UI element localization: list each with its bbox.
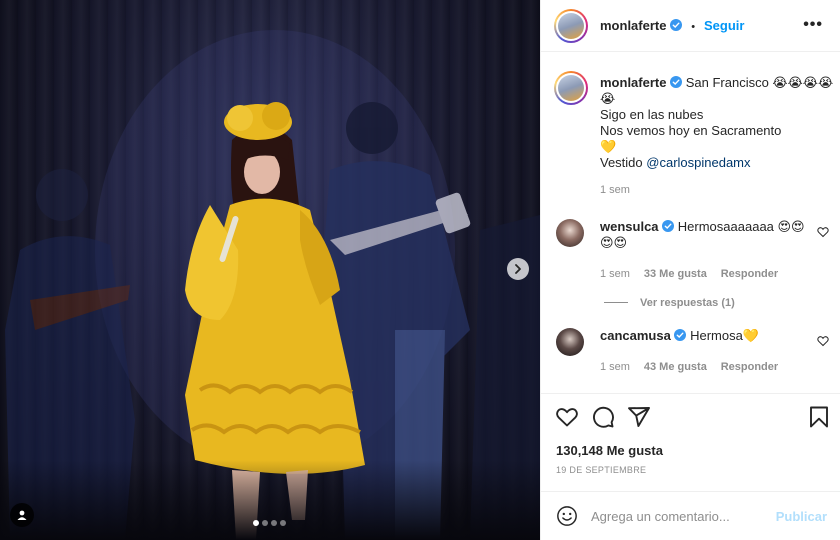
likes-count[interactable]: 130,148 Me gusta — [556, 443, 663, 458]
caption-line-4: Nos vemos hoy en Sacramento — [600, 123, 782, 138]
post-date[interactable]: 19 de septiembre — [556, 465, 646, 475]
comment-text: Hermosaaaaaaa 😍😍 — [677, 219, 805, 234]
caption-text: San Francisco 😭😭😭😭 — [685, 75, 834, 90]
caption-line-5: 💛 — [600, 139, 617, 154]
comment-row: wensulca Hermosaaaaaaa 😍😍 — [600, 219, 805, 235]
avatar[interactable] — [556, 328, 584, 356]
post-comment-button[interactable]: Publicar — [776, 509, 827, 524]
emoji-smiley-icon[interactable] — [556, 505, 578, 527]
caption-line-3: Sigo en las nubes — [600, 107, 704, 122]
avatar — [558, 75, 584, 101]
caption-line-1: monlaferte San Francisco 😭😭😭😭 — [600, 75, 833, 91]
comment-bubble-icon[interactable] — [591, 405, 615, 429]
verified-badge-icon — [670, 19, 683, 31]
caption-avatar[interactable] — [554, 71, 588, 105]
mention-link[interactable]: @carlospinedamx — [646, 155, 750, 170]
comment-username[interactable]: wensulca — [600, 219, 659, 234]
author-username[interactable]: monlaferte — [600, 18, 666, 33]
avatar[interactable] — [556, 219, 584, 247]
comment-username[interactable]: cancamusa — [600, 328, 671, 343]
comment-likes[interactable]: 33 Me gusta — [644, 268, 707, 280]
comment-input[interactable] — [591, 506, 771, 526]
like-heart-icon[interactable] — [555, 405, 579, 429]
verified-badge-icon — [674, 329, 687, 341]
follow-button[interactable]: Seguir — [704, 18, 744, 33]
reply-button[interactable]: Responder — [721, 268, 778, 280]
carousel-next-button[interactable] — [507, 258, 529, 280]
avatar — [558, 13, 584, 39]
view-replies-button[interactable]: Ver respuestas (1) — [604, 293, 735, 309]
comment-meta: 1 sem 43 Me gusta Responder — [600, 357, 778, 373]
carousel-dot — [280, 520, 286, 526]
header-separator: • — [691, 21, 696, 33]
caption-time[interactable]: 1 sem — [600, 184, 630, 196]
comment-text-continued: 😍😍 — [600, 235, 628, 250]
verified-badge-icon — [662, 220, 675, 232]
comment-likes[interactable]: 43 Me gusta — [644, 361, 707, 373]
comment-row: cancamusa Hermosa💛 — [600, 328, 759, 344]
carousel-dot — [262, 520, 268, 526]
comment-time[interactable]: 1 sem — [600, 268, 630, 280]
comment-text: Hermosa💛 — [690, 328, 760, 343]
caption-line-6: Vestido @carlospinedamx — [600, 155, 751, 171]
caption-username[interactable]: monlaferte — [600, 75, 666, 90]
tagged-users-button[interactable] — [10, 503, 34, 527]
comment-meta: 1 sem 33 Me gusta Responder — [600, 264, 778, 280]
comment-time[interactable]: 1 sem — [600, 361, 630, 373]
view-replies-label: Ver respuestas (1) — [640, 297, 735, 309]
chevron-right-icon — [515, 264, 521, 274]
verified-badge-icon — [670, 76, 683, 88]
replies-divider — [604, 301, 628, 303]
caption-text: Vestido — [600, 155, 647, 170]
instagram-post: monlaferte • Seguir ••• monlaferte San F… — [0, 0, 840, 540]
post-details-panel: monlaferte • Seguir ••• monlaferte San F… — [540, 0, 840, 540]
user-icon — [17, 510, 27, 520]
like-comment-heart-icon[interactable] — [817, 226, 829, 238]
header-author-row: monlaferte • Seguir — [600, 17, 744, 33]
add-comment-bar: Publicar — [541, 491, 840, 540]
post-header: monlaferte • Seguir ••• — [541, 0, 840, 52]
save-bookmark-icon[interactable] — [807, 405, 831, 429]
carousel-dot — [271, 520, 277, 526]
share-paper-plane-icon[interactable] — [627, 405, 651, 429]
author-avatar[interactable] — [554, 9, 588, 43]
stage-floor — [0, 460, 540, 540]
caption-line-2: 😭 — [600, 91, 616, 106]
carousel-indicator — [253, 520, 286, 526]
like-comment-heart-icon[interactable] — [817, 335, 829, 347]
concert-scene — [5, 30, 540, 540]
more-options-button[interactable]: ••• — [803, 16, 823, 34]
carousel-dot-active — [253, 520, 259, 526]
reply-button[interactable]: Responder — [721, 361, 778, 373]
post-photo[interactable] — [0, 0, 540, 540]
